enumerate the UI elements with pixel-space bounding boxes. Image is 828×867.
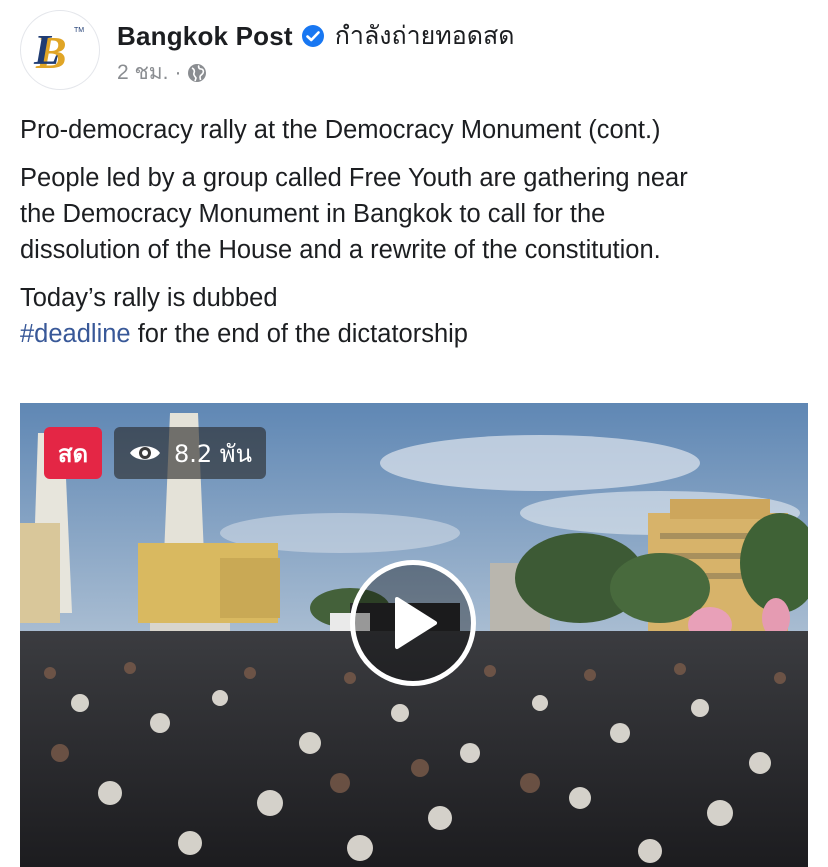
eye-icon bbox=[128, 442, 162, 464]
meta-separator: · bbox=[174, 60, 182, 84]
post-rally-text: Today’s rally is dubbed #deadline for th… bbox=[20, 280, 810, 352]
svg-text:L: L bbox=[33, 28, 60, 74]
live-badge: สด bbox=[44, 427, 102, 479]
play-button[interactable] bbox=[350, 560, 476, 686]
post-paragraph-text: People led by a group called Free Youth … bbox=[20, 164, 688, 264]
viewer-count: 8.2 พัน bbox=[174, 439, 253, 468]
post-header: B L TM Bangkok Post กำลังถ่ายทอดสด 2 ชม.… bbox=[20, 10, 810, 90]
bangkok-post-logo-icon: B L TM bbox=[33, 27, 84, 78]
play-icon bbox=[395, 597, 437, 649]
rally-text-start: Today’s rally is dubbed bbox=[20, 284, 278, 312]
verified-badge-icon bbox=[301, 24, 325, 48]
viewer-count-badge: 8.2 พัน bbox=[114, 427, 267, 479]
facebook-post: B L TM Bangkok Post กำลังถ่ายทอดสด 2 ชม.… bbox=[0, 0, 828, 867]
page-name-link[interactable]: Bangkok Post bbox=[117, 21, 293, 52]
post-title-text: Pro-democracy rally at the Democracy Mon… bbox=[20, 116, 661, 144]
post-text: Pro-democracy rally at the Democracy Mon… bbox=[20, 112, 810, 364]
svg-text:TM: TM bbox=[74, 27, 84, 34]
page-avatar[interactable]: B L TM bbox=[20, 10, 100, 90]
timestamp-link[interactable]: 2 ชม. bbox=[117, 56, 168, 89]
hashtag-link[interactable]: #deadline bbox=[20, 320, 131, 348]
rally-text-end: for the end of the dictatorship bbox=[130, 320, 468, 348]
post-meta: 2 ชม. · bbox=[117, 56, 207, 89]
name-row: Bangkok Post กำลังถ่ายทอดสด bbox=[117, 20, 515, 52]
globe-icon[interactable] bbox=[187, 63, 207, 83]
live-video-player[interactable]: สด 8.2 พัน bbox=[20, 403, 808, 867]
live-status-text: กำลังถ่ายทอดสด bbox=[334, 21, 515, 50]
